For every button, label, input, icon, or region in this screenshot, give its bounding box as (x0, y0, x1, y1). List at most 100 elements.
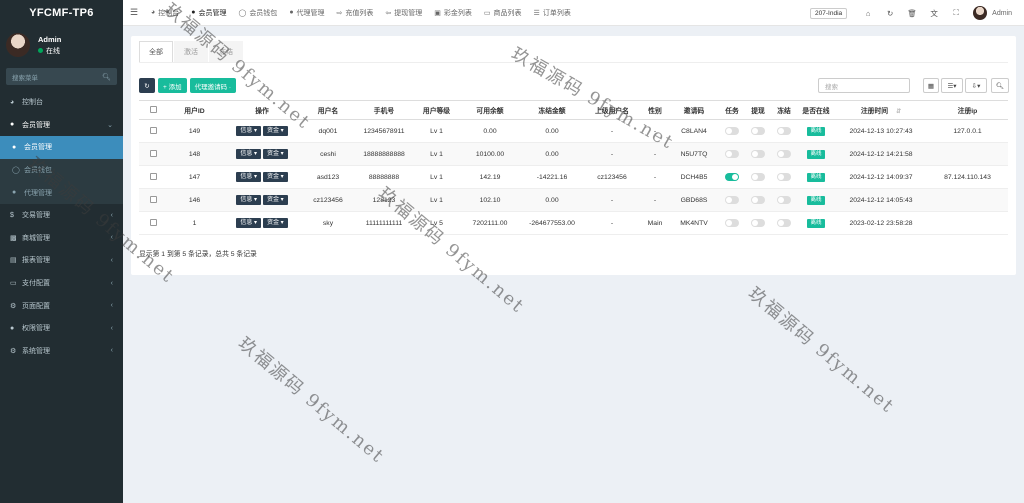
trash-icon[interactable]: 🗑︎ (901, 9, 923, 18)
table-row: 149 信息 ▾ 资金 ▾ dq001 12345678911 Lv 1 0.00 0.00-… (139, 119, 1008, 143)
search-icon[interactable]: 🔍︎ (102, 73, 111, 81)
username: asd123 (302, 165, 354, 189)
info-dropdown-button[interactable]: 信息 ▾ (236, 172, 261, 182)
task-toggle[interactable] (725, 196, 739, 204)
sidebar-item-11[interactable]: ⚙ 系统管理 ‹ (0, 340, 123, 363)
sidebar-item-9[interactable]: ⚙ 页面配置 ‹ (0, 294, 123, 317)
available-balance: 7202111.00 (459, 211, 521, 235)
nav-tab-2[interactable]: ◯ 会员钱包 (232, 0, 283, 26)
nav-tab-7[interactable]: ▭ 商品列表 (478, 0, 528, 26)
columns-icon: ☰▾ (947, 82, 957, 90)
nav-tab-4[interactable]: ⇨ 充值列表 (331, 0, 380, 26)
column-header-label: 性别 (648, 108, 662, 115)
sidebar-item-2[interactable]: ● 会员管理 (0, 136, 123, 159)
nav-user-menu[interactable]: Admin (973, 6, 1012, 20)
column-header-15[interactable]: 注册时间 ⇵ (835, 100, 927, 120)
sidebar-item-4[interactable]: ● 代理管理 (0, 181, 123, 204)
toggle-view-button[interactable]: ▦ (923, 78, 939, 93)
funds-dropdown-button[interactable]: 资金 ▾ (263, 195, 288, 205)
nav-tab-0[interactable]: ◕ 控制台 (145, 0, 185, 26)
brand-logo[interactable]: YFCMF-TP6 (0, 0, 123, 26)
row-checkbox[interactable] (149, 150, 157, 158)
info-dropdown-button[interactable]: 信息 ▾ (236, 195, 261, 205)
task-toggle[interactable] (725, 127, 739, 135)
nav-tab-1[interactable]: ● 会员管理 (185, 0, 232, 26)
freeze-toggle[interactable] (777, 127, 791, 135)
online-status-cell: 离线 (797, 165, 835, 189)
refresh-button[interactable]: ↻ (139, 78, 155, 93)
tab-frozen[interactable]: 冻结 (209, 41, 243, 62)
info-dropdown-button[interactable]: 信息 ▾ (236, 126, 261, 136)
sort-icon[interactable]: ⇵ (896, 109, 901, 115)
funds-dropdown-button[interactable]: 资金 ▾ (263, 126, 288, 136)
sidebar-item-5[interactable]: $ 交易管理 ‹ (0, 204, 123, 227)
funds-dropdown-button[interactable]: 资金 ▾ (263, 172, 288, 182)
freeze-toggle[interactable] (777, 219, 791, 227)
watermark: 玖福源码 9fym.net (743, 283, 899, 418)
nav-tab-6[interactable]: ▣ 彩金列表 (428, 0, 478, 26)
refresh-icon[interactable]: ↻ (879, 9, 901, 18)
select-all-checkbox[interactable] (149, 106, 157, 114)
tab-all[interactable]: 全部 (139, 41, 173, 62)
gender: Main (641, 211, 669, 235)
withdraw-toggle[interactable] (751, 219, 765, 227)
column-header-label: 上级用户名 (595, 108, 629, 115)
sidebar-item-7[interactable]: ▤ 报表管理 ‹ (0, 249, 123, 272)
translate-icon[interactable]: 文 (923, 8, 945, 19)
agent-invite-code-button[interactable]: 代理邀请码 · (189, 78, 237, 93)
nav-tab-5[interactable]: ⇦ 提现管理 (379, 0, 428, 26)
chevron-left-icon: ‹ (110, 211, 113, 219)
withdraw-toggle[interactable] (751, 173, 765, 181)
common-search-button[interactable]: 🔍︎ (991, 78, 1009, 93)
column-header-0[interactable] (139, 100, 167, 120)
sidebar-item-1[interactable]: ● 会员管理 ⌄ (0, 114, 123, 137)
nav-tab-label: 充值列表 (345, 9, 374, 17)
list-icon: ☰ (533, 9, 540, 17)
sidebar-item-10[interactable]: ● 权限管理 ‹ (0, 317, 123, 340)
freeze-cell (771, 165, 797, 189)
region-selector[interactable]: 207-India (810, 7, 848, 19)
login-icon: ⇨ (336, 9, 343, 17)
columns-button[interactable]: ☰▾ (941, 78, 963, 93)
freeze-toggle[interactable] (777, 196, 791, 204)
nav-tab-label: 会员钱包 (249, 9, 278, 17)
freeze-toggle[interactable] (777, 150, 791, 158)
fullscreen-icon[interactable]: ⛶ (945, 8, 967, 18)
sidebar-item-3[interactable]: ◯ 会员钱包 (0, 158, 123, 182)
row-checkbox[interactable] (149, 173, 157, 181)
export-button[interactable]: ⇩▾ (965, 78, 987, 93)
home-icon[interactable]: ⌂ (857, 9, 879, 18)
task-toggle[interactable] (725, 219, 739, 227)
user-level: Lv 1 (414, 188, 459, 212)
freeze-cell (771, 211, 797, 235)
info-dropdown-button[interactable]: 信息 ▾ (236, 218, 261, 228)
content-panel: 全部 激活 冻结 ↻ + 添加 代理邀请码 · 搜索 ▦ ☰▾ ⇩▾ 🔍︎ 用户… (131, 36, 1016, 275)
add-button[interactable]: + 添加 (158, 78, 187, 93)
task-toggle[interactable] (725, 173, 739, 181)
sidebar-search-input[interactable]: 搜索菜单 🔍︎ (6, 68, 117, 85)
withdraw-toggle[interactable] (751, 196, 765, 204)
funds-dropdown-button[interactable]: 资金 ▾ (263, 149, 288, 159)
task-toggle[interactable] (725, 150, 739, 158)
user-panel: Admin 在线 (0, 26, 123, 64)
withdraw-toggle[interactable] (751, 127, 765, 135)
group-icon: ● (10, 324, 15, 332)
sidebar-item-8[interactable]: ▭ 支付配置 ‹ (0, 272, 123, 295)
freeze-toggle[interactable] (777, 173, 791, 181)
nav-tab-3[interactable]: ● 代理管理 (283, 0, 330, 26)
available-balance: 10100.00 (459, 142, 521, 166)
row-checkbox[interactable] (149, 127, 157, 135)
column-header-label: 冻结金额 (538, 108, 566, 115)
withdraw-toggle[interactable] (751, 150, 765, 158)
nav-tab-8[interactable]: ☰ 订单列表 (528, 0, 577, 26)
info-dropdown-button[interactable]: 信息 ▾ (236, 149, 261, 159)
parent-username: - (583, 188, 641, 212)
tab-active[interactable]: 激活 (174, 41, 208, 62)
table-search-input[interactable]: 搜索 (818, 78, 910, 93)
funds-dropdown-button[interactable]: 资金 ▾ (263, 218, 288, 228)
row-checkbox[interactable] (149, 219, 157, 227)
sidebar-item-0[interactable]: ◕ 控制台 (0, 91, 123, 114)
sidebar-item-6[interactable]: ▩ 商城管理 ‹ (0, 227, 123, 250)
row-checkbox[interactable] (149, 196, 157, 204)
hamburger-menu-icon[interactable]: ☰ (123, 7, 145, 18)
